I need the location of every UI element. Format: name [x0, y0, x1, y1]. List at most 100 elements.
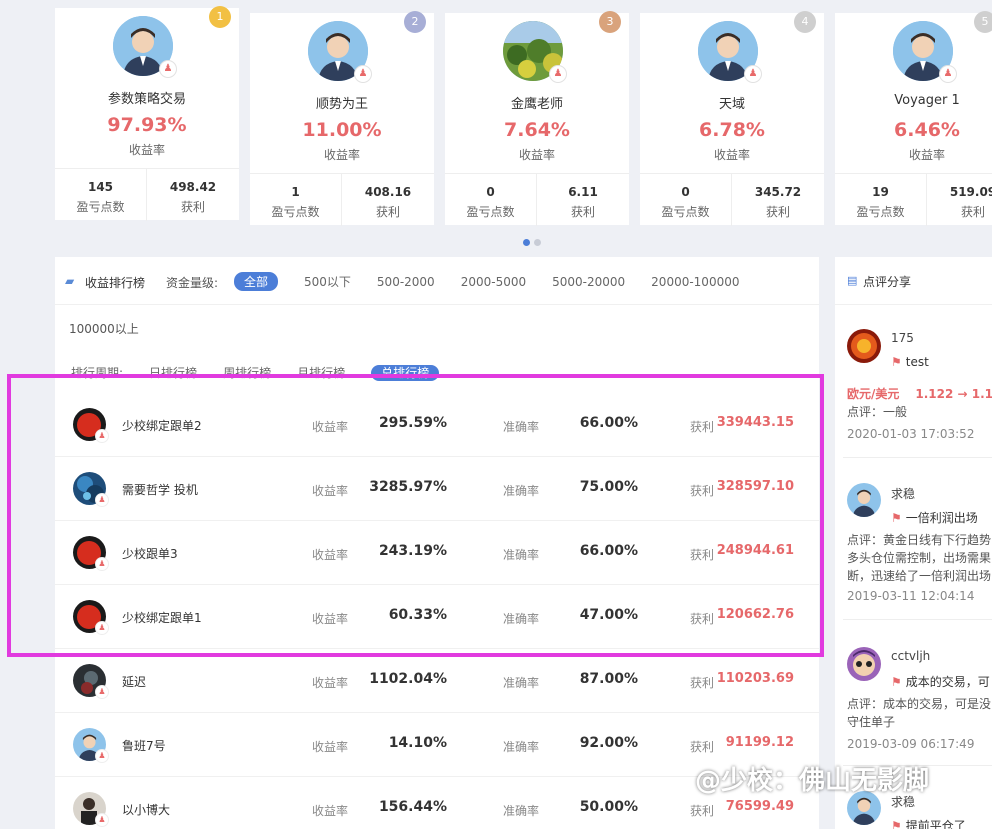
fund-filter-all[interactable]: 全部 — [234, 272, 279, 291]
avatar — [847, 329, 881, 363]
card-stats: 0 盈亏点数 345.72 获利 — [640, 173, 824, 226]
row-name[interactable]: 鲁班7号 — [122, 737, 166, 754]
comment-follow-text: 提前平仓了 — [905, 819, 966, 829]
fund-filter-500-2000[interactable]: 500-2000 — [377, 274, 435, 290]
card-points-label: 盈亏点数 — [661, 205, 710, 219]
comments-title: 点评分享 — [863, 275, 912, 289]
divider — [843, 619, 992, 620]
fund-filter-20000-100000[interactable]: 20000-100000 — [651, 274, 739, 290]
card-rate: 97.93% — [107, 114, 187, 136]
fund-filter-5000-20000[interactable]: 5000-20000 — [552, 274, 625, 290]
row-profit: 110203.69 — [716, 671, 794, 686]
fund-filter-under-500[interactable]: 500以下 — [304, 272, 351, 291]
card-points: 145 — [87, 180, 114, 194]
comment-time: 2020-01-03 17:03:52 — [847, 427, 975, 441]
comments-header: ▤ 点评分享 — [835, 257, 992, 305]
row-profit: 91199.12 — [725, 735, 794, 750]
row-rate: 14.10% — [388, 735, 447, 751]
card-points: 0 — [681, 185, 690, 199]
comments-panel: ▤ 点评分享 175 ⚑test 欧元/美元1.122 → 1.1208 点评：… — [835, 257, 992, 829]
card-name: 参数策略交易 — [107, 92, 186, 107]
card-profit: 408.16 — [364, 185, 412, 199]
ranking-title: 收益排行榜 — [85, 276, 146, 290]
accuracy-label: 准确率 — [503, 804, 540, 818]
card-profit-label: 获利 — [180, 200, 205, 214]
user-badge-icon: ♟ — [95, 685, 109, 699]
comment-follow-text: 成本的交易，可 — [905, 675, 990, 689]
card-rate: 6.78% — [699, 119, 765, 141]
top-card-1[interactable]: 1 ♟ 参数策略交易 97.93% 收益率 145 盈亏点数 498.42 获利 — [55, 6, 239, 221]
comment-text-line: 多头仓位需控制，出场需果 — [847, 551, 992, 565]
card-profit: 6.11 — [568, 185, 598, 199]
user-badge-icon: ♟ — [549, 65, 567, 83]
comment-icon: ▤ — [847, 274, 858, 287]
card-rate: 7.64% — [504, 119, 570, 141]
row-rate: 1102.04% — [369, 671, 447, 687]
comment-text-line: 点评：成本的交易，可是没 — [847, 697, 992, 711]
flag-icon: ⚑ — [891, 355, 902, 369]
comment-time: 2019-03-09 06:17:49 — [847, 737, 975, 751]
comment-text: 点评：黄金日线有下行趋势 多头仓位需控制，出场需果 断，迅速给了一倍利润出场 — [847, 531, 991, 585]
card-rate-label: 收益率 — [713, 148, 750, 162]
rate-label: 收益率 — [312, 804, 349, 818]
comment-follow: ⚑ test — [891, 355, 929, 369]
card-points: 0 — [486, 185, 495, 199]
carousel-dots — [523, 231, 545, 250]
medal-icon: 5 — [974, 11, 992, 33]
carousel-dot-active[interactable] — [523, 239, 530, 246]
card-name: 金鹰老师 — [510, 97, 563, 112]
flag-icon: ⚑ — [891, 675, 902, 689]
card-stats: 1 盈亏点数 408.16 获利 — [250, 173, 434, 226]
card-stats: 19 盈亏点数 519.09 获利 — [835, 173, 992, 226]
row-name[interactable]: 以小博大 — [122, 801, 170, 818]
comment-pair: 欧元/美元 1.122 → 1.1208 — [847, 385, 992, 402]
comment-text: 点评：成本的交易，可是没 守住单子 — [847, 695, 991, 731]
comment-follow: ⚑ 一倍利润出场 — [891, 509, 978, 526]
top-card-5[interactable]: 5 ♟ Voyager 1 6.46% 收益率 19 盈亏点数 519.09 获利 — [835, 11, 992, 226]
top-card-4[interactable]: 4 ♟ 天域 6.78% 收益率 0 盈亏点数 345.72 获利 — [640, 11, 824, 226]
comment-text-line: 守住单子 — [847, 715, 896, 729]
flag-icon: ⚑ — [891, 511, 902, 525]
rate-label: 收益率 — [312, 676, 349, 690]
card-rate-label: 收益率 — [323, 148, 360, 162]
comment-user[interactable]: 求稳 — [891, 485, 915, 502]
card-name: Voyager 1 — [894, 93, 960, 108]
medal-icon: 4 — [794, 11, 816, 33]
medal-icon: 1 — [209, 6, 231, 28]
fund-filter-label: 资金量级: — [166, 276, 219, 290]
top-card-2[interactable]: 2 ♟ 顺势为王 11.00% 收益率 1 盈亏点数 408.16 获利 — [250, 11, 434, 226]
carousel-dot[interactable] — [534, 239, 541, 246]
row-rate: 156.44% — [378, 799, 447, 815]
comment-follow-text: test — [905, 355, 929, 369]
row-accuracy: 87.00% — [579, 671, 638, 687]
watermark-text: @少校：佛山无影脚 — [695, 766, 930, 796]
row-profit: 76599.49 — [725, 799, 794, 814]
card-profit-label: 获利 — [570, 205, 595, 219]
medal-icon: 3 — [599, 11, 621, 33]
divider — [843, 457, 992, 458]
highlight-box — [7, 374, 824, 657]
comment-follow: ⚑ 成本的交易，可 — [891, 673, 990, 690]
card-profit-label: 获利 — [375, 205, 400, 219]
comment-text-line: 断，迅速给了一倍利润出场 — [847, 569, 992, 583]
table-row[interactable]: ♟ 延迟 收益率 1102.04% 准确率 87.00% 获利 110203.6… — [55, 649, 819, 713]
accuracy-label: 准确率 — [503, 740, 540, 754]
card-points-label: 盈亏点数 — [466, 205, 515, 219]
row-name[interactable]: 延迟 — [122, 673, 146, 690]
fund-filter-over-100000[interactable]: 100000以上 — [69, 320, 139, 337]
fund-filter-2000-5000[interactable]: 2000-5000 — [461, 274, 526, 290]
card-stats: 145 盈亏点数 498.42 获利 — [55, 168, 239, 221]
comment-follow: ⚑ 提前平仓了 — [891, 817, 966, 829]
profit-label: 获利 — [690, 676, 715, 690]
accuracy-label: 准确率 — [503, 676, 540, 690]
comment-text: 点评：一般 — [847, 405, 908, 419]
top-card-3[interactable]: 3 ♟ 金鹰老师 7.64% 收益率 0 盈亏点数 6.11 获利 — [445, 11, 629, 226]
comment-user[interactable]: cctvljh — [891, 649, 930, 663]
card-rate-label: 收益率 — [908, 148, 945, 162]
comment-user[interactable]: 175 — [891, 331, 914, 345]
row-accuracy: 50.00% — [579, 799, 638, 815]
rate-label: 收益率 — [312, 740, 349, 754]
ranking-header: ▰ 收益排行榜 资金量级: 全部 500以下 500-2000 2000-5000 50… — [55, 257, 819, 305]
user-badge-icon: ♟ — [354, 65, 372, 83]
comment-time: 2019-03-11 12:04:14 — [847, 589, 975, 603]
